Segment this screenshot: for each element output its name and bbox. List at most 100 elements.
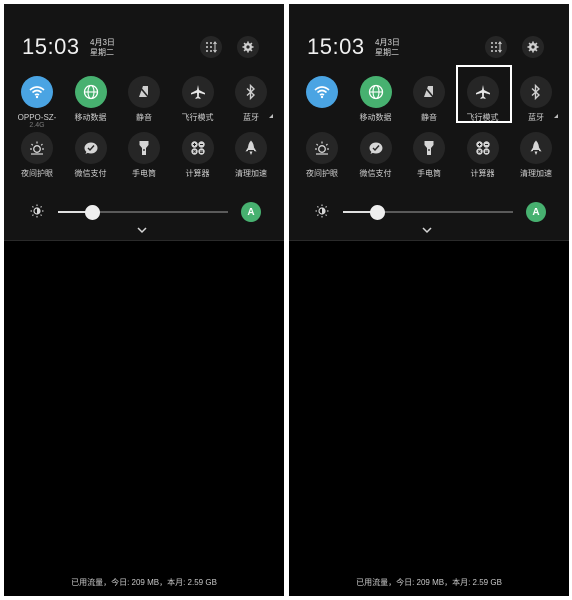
chevron-down-icon[interactable]: [136, 226, 148, 234]
tile-flashlight-label: 手电筒: [417, 169, 441, 178]
tile-mobile-data-circle: [74, 76, 107, 108]
tile-mute-circle: [128, 76, 160, 108]
tile-eye-care[interactable]: 夜间护眼: [12, 132, 62, 186]
tile-airplane[interactable]: 飞行模式: [173, 76, 223, 130]
tile-mobile-data-circle: [359, 76, 392, 108]
eye-care-icon: [315, 141, 329, 155]
airplane-icon: [190, 85, 205, 99]
tile-eye-care-circle: [21, 132, 53, 164]
tile-cleanup[interactable]: 清理加速: [226, 132, 276, 186]
tile-bluetooth-expand-mark: [554, 114, 558, 118]
date-day: 4月3日: [375, 38, 400, 47]
tile-wechat-pay-label: 微信支付: [74, 169, 107, 178]
tile-bluetooth-circle: [235, 76, 267, 108]
mute-icon: [423, 85, 435, 99]
tile-cleanup-circle: [520, 132, 552, 164]
brightness-slider[interactable]: [343, 205, 513, 220]
bluetooth-icon: [531, 84, 541, 100]
tile-wifi[interactable]: OPPO-SZ- 2.4G: [12, 76, 62, 130]
clock: 15:03: [307, 34, 365, 59]
brightness-thumb[interactable]: [85, 205, 100, 220]
tile-mute-circle: [413, 76, 445, 108]
brightness-icon: [30, 204, 44, 218]
eye-care-icon: [30, 141, 44, 155]
tile-mute-label: 静音: [136, 113, 152, 122]
tile-eye-care-label: 夜间护眼: [21, 169, 53, 178]
chevron-down-icon[interactable]: [421, 226, 433, 234]
auto-brightness-button[interactable]: A: [526, 202, 546, 222]
tile-bluetooth[interactable]: 蓝牙: [226, 76, 276, 130]
tile-wechat-pay-circle: [74, 132, 107, 164]
wechat-pay-icon: [84, 142, 97, 154]
date-weekday: 星期二: [90, 48, 114, 57]
tile-eye-care[interactable]: 夜间护眼: [297, 132, 347, 186]
flashlight-icon: [424, 141, 434, 155]
tile-mobile-data[interactable]: 移动数据: [66, 76, 116, 130]
notification-shade-left: 15:03 4月3日 星期二 OPPO-SZ- 2.4G 移动数据 静音 飞行模…: [4, 4, 284, 596]
tile-flashlight-label: 手电筒: [132, 169, 156, 178]
wifi-icon: [29, 86, 45, 99]
auto-brightness-button[interactable]: A: [241, 202, 261, 222]
tile-calculator-label: 计算器: [185, 169, 210, 178]
date-weekday: 星期二: [375, 48, 399, 57]
tile-mobile-data[interactable]: 移动数据: [351, 76, 401, 130]
clock: 15:03: [22, 34, 80, 59]
tile-bluetooth[interactable]: 蓝牙: [511, 76, 561, 130]
tile-wechat-pay[interactable]: 微信支付: [351, 132, 401, 186]
tile-bluetooth-expand-mark: [269, 114, 273, 118]
tile-wechat-pay[interactable]: 微信支付: [66, 132, 116, 186]
date-day: 4月3日: [90, 38, 115, 47]
brightness-icon: [315, 204, 329, 218]
tile-wifi-sub: 2.4G: [29, 122, 45, 129]
tile-flashlight-circle: [128, 132, 160, 164]
brightness-control: A: [289, 202, 569, 222]
tile-eye-care-circle: [306, 132, 338, 164]
airplane-highlight-frame: [456, 65, 512, 123]
tile-calculator-label: 计算器: [470, 169, 495, 178]
tile-cleanup[interactable]: 清理加速: [511, 132, 561, 186]
tile-wechat-pay-circle: [359, 132, 392, 164]
tile-calculator[interactable]: 计算器: [173, 132, 223, 186]
tile-cleanup-label: 清理加速: [520, 169, 552, 178]
tile-wifi-label: OPPO-SZ-: [17, 113, 57, 122]
tile-mobile-data-label: 移动数据: [74, 113, 107, 122]
tile-calculator-circle: [181, 132, 214, 164]
tile-flashlight[interactable]: 手电筒: [119, 132, 169, 186]
grid-edit-icon: [491, 41, 502, 53]
globe-icon: [368, 84, 383, 100]
tile-eye-care-label: 夜间护眼: [306, 169, 338, 178]
flashlight-icon: [139, 141, 149, 155]
tile-bluetooth-circle: [520, 76, 552, 108]
edit-tiles-button[interactable]: [485, 36, 507, 58]
brightness-slider[interactable]: [58, 205, 228, 220]
notification-shade-right: 15:03 4月3日 星期二 移动数据 静音 飞行模式 蓝牙 夜间护眼 微信支付…: [289, 4, 569, 596]
tile-cleanup-circle: [235, 132, 267, 164]
wifi-icon: [314, 86, 330, 99]
quick-tiles-row-2: 夜间护眼 微信支付 手电筒 计算器 清理加速: [289, 132, 569, 186]
bluetooth-icon: [246, 84, 256, 100]
tile-wifi-circle: [306, 76, 338, 108]
gear-icon: [242, 41, 254, 53]
brightness-thumb[interactable]: [370, 205, 385, 220]
settings-button[interactable]: [522, 36, 544, 58]
mute-icon: [138, 85, 150, 99]
tile-mute[interactable]: 静音: [119, 76, 169, 130]
quick-tiles-grid: OPPO-SZ- 2.4G 移动数据 静音 飞行模式 蓝牙 夜间护眼 微信支付 …: [4, 76, 284, 188]
gear-icon: [527, 41, 539, 53]
tile-calculator[interactable]: 计算器: [458, 132, 508, 186]
tile-mute[interactable]: 静音: [404, 76, 454, 130]
globe-icon: [83, 84, 98, 100]
quick-tiles-grid: 移动数据 静音 飞行模式 蓝牙 夜间护眼 微信支付 手电筒 计算器 清理加速: [289, 76, 569, 188]
tile-flashlight[interactable]: 手电筒: [404, 132, 454, 186]
tile-wifi[interactable]: [297, 76, 347, 130]
tile-bluetooth-label: 蓝牙: [243, 113, 259, 122]
grid-edit-icon: [206, 41, 217, 53]
settings-button[interactable]: [237, 36, 259, 58]
edit-tiles-button[interactable]: [200, 36, 222, 58]
quick-tiles-row-1: OPPO-SZ- 2.4G 移动数据 静音 飞行模式 蓝牙: [4, 76, 284, 130]
data-usage-text: 已用流量，今日: 209 MB，本月: 2.59 GB: [71, 578, 217, 587]
rocket-icon: [530, 140, 542, 155]
tile-mobile-data-label: 移动数据: [359, 113, 392, 122]
date: 4月3日 星期二: [90, 38, 115, 58]
tile-airplane-circle: [181, 76, 214, 108]
